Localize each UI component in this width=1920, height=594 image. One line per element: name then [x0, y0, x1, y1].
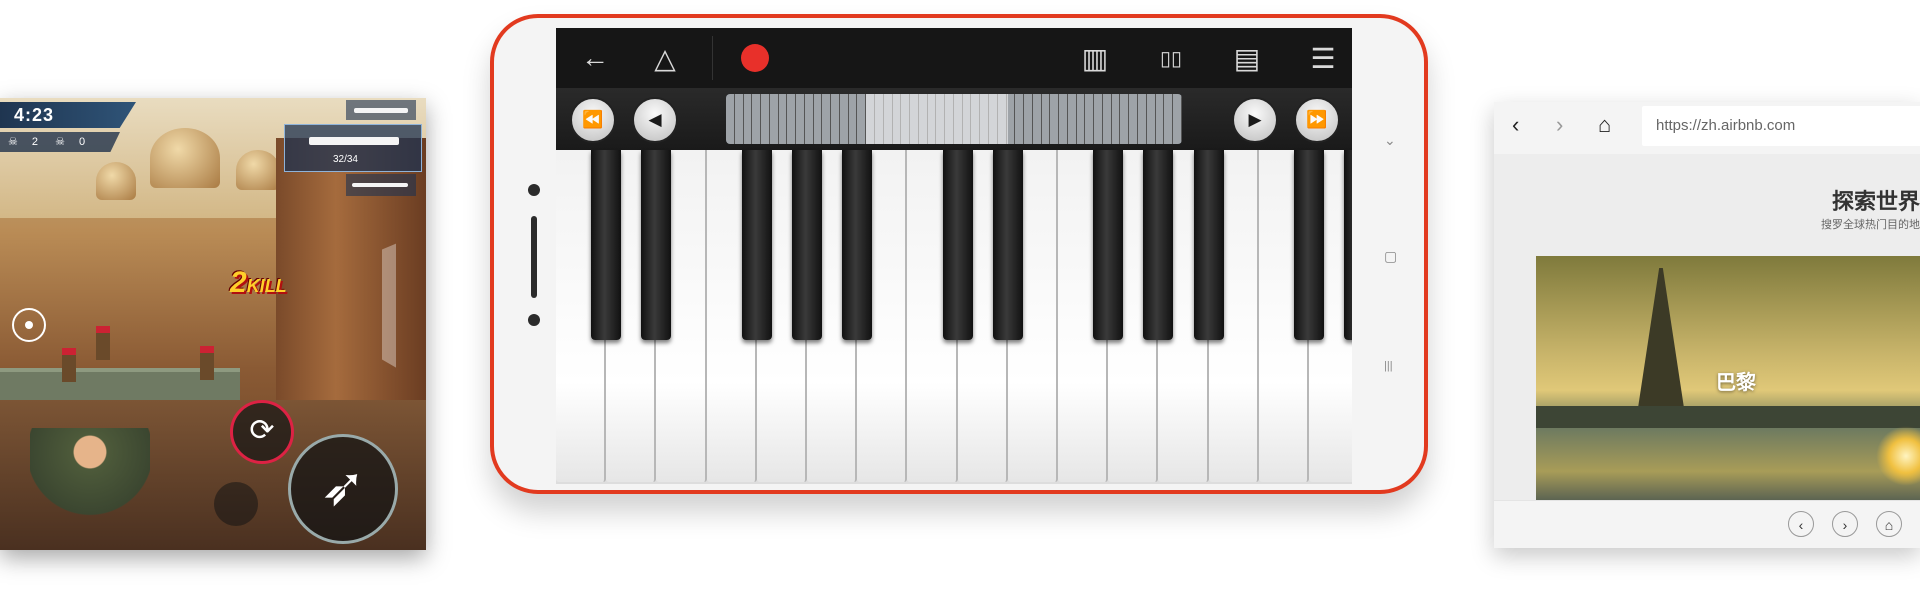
piano-black-key[interactable]	[741, 150, 772, 340]
enemy-figure	[96, 326, 110, 360]
crosshair-icon[interactable]	[12, 308, 46, 342]
fire-button[interactable]: ➶	[288, 434, 398, 544]
nav-home-icon[interactable]: ▢	[1384, 248, 1397, 265]
destination-caption: 巴黎	[1716, 372, 1756, 394]
bottom-home-button[interactable]: ⌂	[1876, 511, 1902, 537]
sensor-icon	[528, 314, 540, 326]
scroll-right-button[interactable]: ▶	[1232, 97, 1278, 143]
bottom-forward-button[interactable]: ›	[1832, 511, 1858, 537]
keyboard-mode-icon[interactable]: ▥	[1070, 28, 1120, 88]
back-icon[interactable]: ‹	[1512, 112, 1519, 138]
keyboard-overview-slider[interactable]	[726, 94, 1182, 144]
record-button[interactable]	[730, 28, 780, 88]
dual-keyboard-icon[interactable]: ▯▯	[1146, 28, 1196, 88]
home-icon[interactable]: ⌂	[1598, 112, 1611, 138]
enemy-figure	[62, 348, 76, 382]
nav-collapse-icon[interactable]: ⌄	[1384, 132, 1396, 149]
player-soldier	[30, 428, 150, 548]
assault-rifle-icon	[309, 137, 399, 145]
front-camera-icon	[528, 184, 540, 196]
instrument-icon[interactable]: ▤	[1222, 28, 1272, 88]
piano-keyboard	[556, 150, 1352, 484]
skull-icon-2: ☠	[55, 136, 65, 148]
river	[1536, 428, 1920, 500]
match-stats: ☠2 ☠0 ✚0	[0, 132, 120, 152]
ammo-counter: 32/34	[332, 154, 358, 165]
back-icon[interactable]: ←	[570, 28, 620, 88]
record-icon	[741, 44, 769, 72]
piano-black-key[interactable]	[641, 150, 672, 340]
address-bar[interactable]: https://zh.airbnb.com	[1642, 106, 1920, 146]
scroll-far-left-button[interactable]: ⏪	[570, 97, 616, 143]
nav-recents-icon[interactable]: |||	[1384, 360, 1393, 372]
piano-black-key[interactable]	[1193, 150, 1224, 340]
forward-icon[interactable]: ›	[1556, 112, 1563, 138]
browser-window: ‹ › ⌂ https://zh.airbnb.com 探索世界 搜罗全球热门目…	[1494, 102, 1920, 548]
reload-button[interactable]: ⟳	[230, 400, 294, 464]
phone-device: ⌄ ▢ ||| ← △ ▥ ▯▯ ▤ ☰ ⏪ ◀ ▶ ⏩	[490, 14, 1428, 494]
scroll-left-button[interactable]: ◀	[632, 97, 678, 143]
match-timer: 4:23	[0, 102, 136, 128]
piano-black-key[interactable]	[1093, 150, 1124, 340]
piano-app-screen: ← △ ▥ ▯▯ ▤ ☰ ⏪ ◀ ▶ ⏩	[556, 28, 1352, 484]
browser-bottom-bar: ‹ › ⌂	[1494, 500, 1920, 548]
sniper-icon	[352, 183, 408, 187]
piano-black-key[interactable]	[792, 150, 822, 340]
secondary-weapon-slot[interactable]	[346, 100, 416, 120]
piano-black-key[interactable]	[591, 150, 622, 340]
web-page: 探索世界 搜罗全球热门目的地 巴黎	[1494, 154, 1920, 500]
rifle-icon	[354, 108, 408, 113]
piano-black-key[interactable]	[1344, 150, 1352, 340]
toolbar-divider	[712, 36, 713, 80]
page-title: 探索世界	[1831, 189, 1920, 214]
piano-black-key[interactable]	[842, 150, 873, 340]
piano-black-key[interactable]	[1294, 150, 1324, 340]
power-button	[864, 14, 922, 18]
keyboard-navigator: ⏪ ◀ ▶ ⏩	[556, 88, 1352, 150]
skull-icon: ☠	[8, 136, 18, 148]
enemy-figure	[200, 346, 214, 380]
earpiece-speaker	[531, 216, 537, 298]
volume-button	[712, 14, 820, 18]
piano-black-key[interactable]	[1143, 150, 1174, 340]
game-screenshot: 4:23 ☠2 ☠0 ✚0 32/34 2KILL ⟳ ➶	[0, 98, 426, 550]
bottom-back-button[interactable]: ‹	[1788, 511, 1814, 537]
mosque-dome-small-2	[236, 150, 280, 190]
piano-black-key[interactable]	[942, 150, 973, 340]
browser-toolbar: ‹ › ⌂ https://zh.airbnb.com	[1494, 102, 1920, 155]
sun-glare	[1876, 426, 1920, 486]
mosque-dome	[150, 128, 220, 188]
grenade-button[interactable]	[214, 482, 258, 526]
piano-toolbar: ← △ ▥ ▯▯ ▤ ☰	[556, 28, 1352, 88]
page-subtitle: 搜罗全球热门目的地	[1821, 219, 1920, 231]
kill-streak-badge: 2KILL	[230, 266, 287, 299]
menu-icon[interactable]: ☰	[1298, 28, 1348, 88]
piano-black-key[interactable]	[992, 150, 1023, 340]
scroll-far-right-button[interactable]: ⏩	[1294, 97, 1340, 143]
mosque-dome-small	[96, 162, 136, 200]
metronome-icon[interactable]: △	[640, 28, 690, 88]
sniper-weapon-slot[interactable]	[346, 174, 416, 196]
destination-card[interactable]: 巴黎	[1536, 256, 1920, 500]
visible-range-highlight[interactable]	[866, 94, 1008, 144]
skyline	[1536, 406, 1920, 428]
